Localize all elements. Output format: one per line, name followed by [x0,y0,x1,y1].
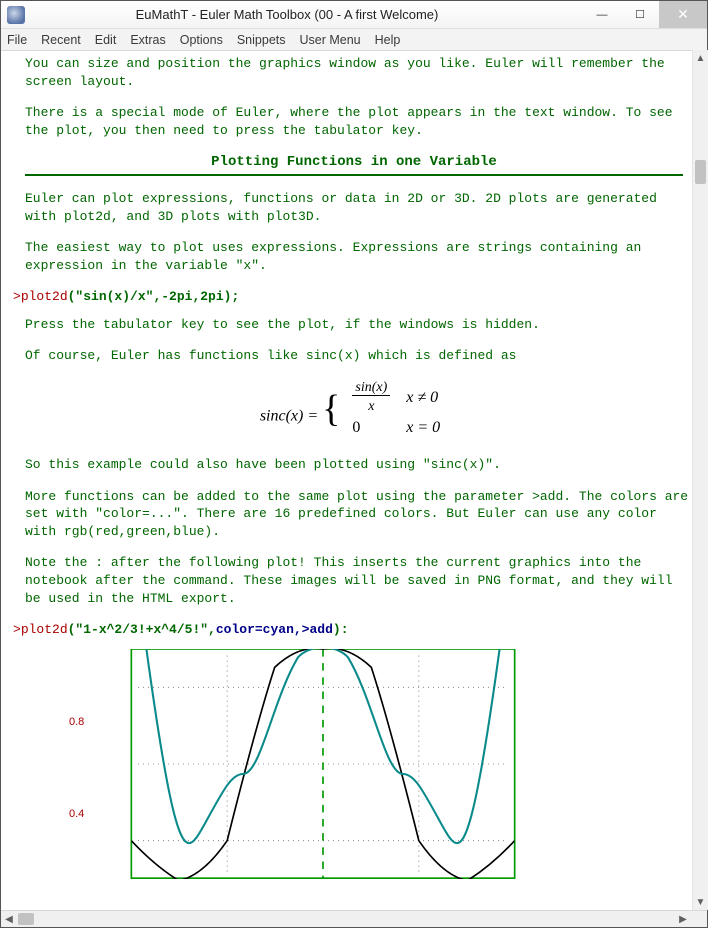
menu-snippets[interactable]: Snippets [237,33,286,47]
scroll-down-icon[interactable]: ▼ [693,894,708,910]
paragraph: So this example could also have been plo… [25,456,695,474]
section-heading: Plotting Functions in one Variable [25,153,683,176]
scroll-corner [691,911,707,927]
paragraph: Note the : after the following plot! Thi… [25,554,695,607]
maximize-button[interactable]: ☐ [621,1,659,28]
titlebar: EuMathT - Euler Math Toolbox (00 - A fir… [1,1,707,29]
paragraph: Press the tabulator key to see the plot,… [25,316,695,334]
horizontal-scrollbar[interactable]: ◀ ▶ [1,910,707,927]
menu-edit[interactable]: Edit [95,33,117,47]
y-tick-label: 0.4 [69,807,84,822]
menu-help[interactable]: Help [375,33,401,47]
math-formula: sinc(x) = { sin(x)x x ≠ 0 0 x = 0 [13,379,695,438]
menu-file[interactable]: File [7,33,27,47]
minimize-button[interactable]: — [583,1,621,28]
close-button[interactable]: ✕ [659,1,707,28]
plot-output: 0.8 0.4 [93,649,695,885]
plot-svg [93,649,553,879]
command-line[interactable]: >plot2d("1-x^2/3!+x^4/5!",color=cyan,>ad… [13,621,695,639]
scroll-thumb[interactable] [18,913,34,925]
paragraph: Euler can plot expressions, functions or… [25,190,695,225]
scroll-thumb[interactable] [695,160,706,184]
scroll-up-icon[interactable]: ▲ [693,50,708,66]
y-tick-label: 0.8 [69,715,84,730]
scroll-right-icon[interactable]: ▶ [675,914,691,925]
vertical-scrollbar[interactable]: ▲ ▼ [692,50,708,910]
menubar: File Recent Edit Extras Options Snippets… [1,29,707,51]
window-title: EuMathT - Euler Math Toolbox (00 - A fir… [31,7,583,22]
scroll-left-icon[interactable]: ◀ [1,914,17,925]
menu-user-menu[interactable]: User Menu [300,33,361,47]
notebook-content[interactable]: You can size and position the graphics w… [1,51,707,910]
paragraph: You can size and position the graphics w… [25,55,695,90]
menu-recent[interactable]: Recent [41,33,81,47]
paragraph: The easiest way to plot uses expressions… [25,239,695,274]
window-buttons: — ☐ ✕ [583,1,707,28]
app-icon [7,6,25,24]
command-line[interactable]: >plot2d("sin(x)/x",-2pi,2pi); [13,288,695,306]
paragraph: Of course, Euler has functions like sinc… [25,347,695,365]
menu-options[interactable]: Options [180,33,223,47]
paragraph: More functions can be added to the same … [25,488,695,541]
menu-extras[interactable]: Extras [130,33,165,47]
paragraph: There is a special mode of Euler, where … [25,104,695,139]
